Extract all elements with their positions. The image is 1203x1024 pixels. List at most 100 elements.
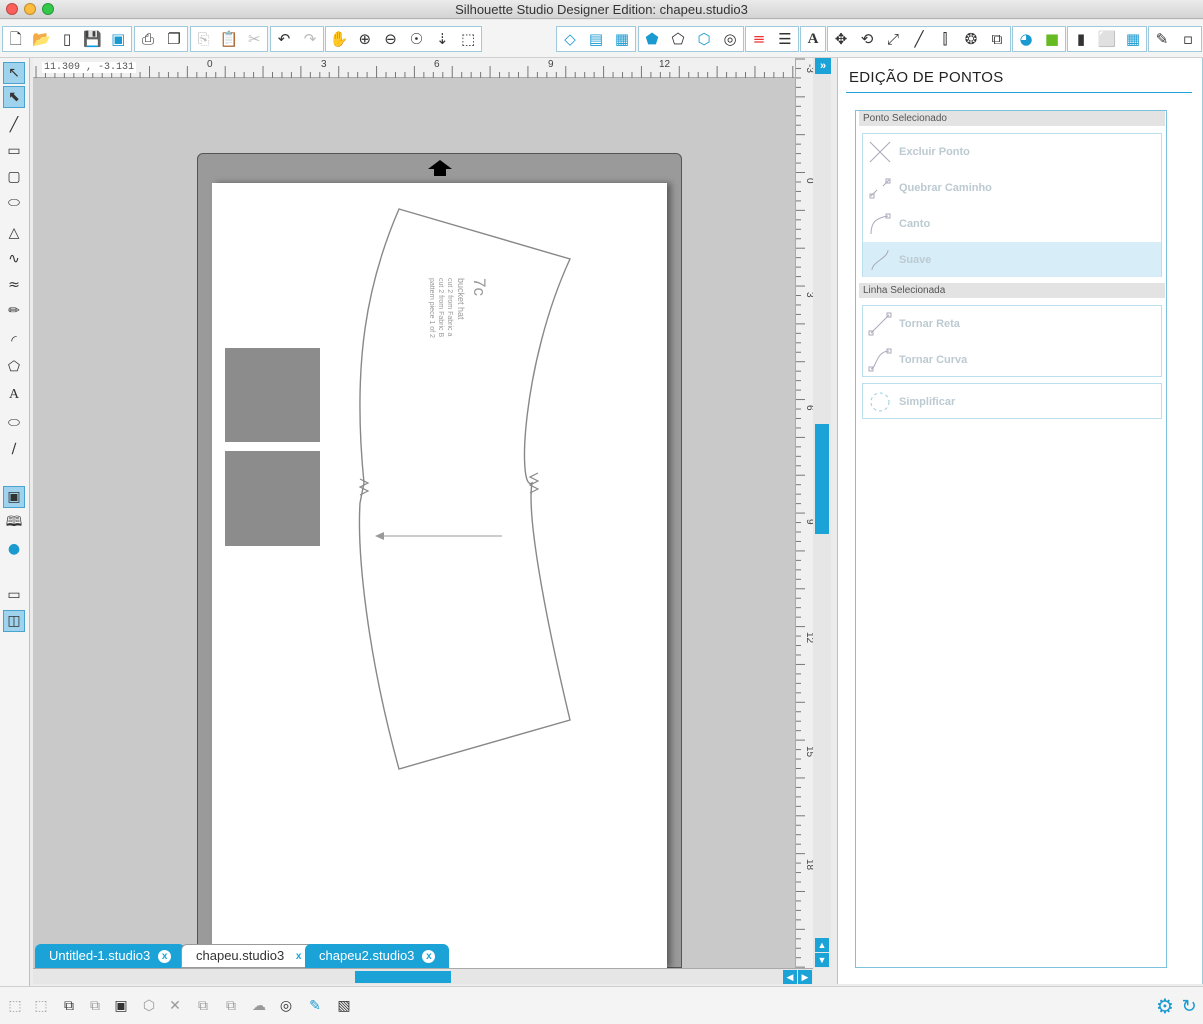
select-tool-icon[interactable]: ↖ — [3, 62, 25, 84]
open-icon[interactable]: 📂 — [29, 27, 55, 51]
settings-panel-icon[interactable]: ⬜ — [1094, 27, 1120, 51]
transform-icon[interactable]: ✥ — [828, 27, 854, 51]
settings-gear-icon[interactable]: ⚙ — [1154, 994, 1176, 1018]
expand-panel-icon[interactable]: » — [815, 58, 831, 74]
split-window-icon[interactable]: ◫ — [3, 610, 25, 632]
select-all-icon[interactable]: ☁ — [248, 995, 270, 1017]
tab-chapeu[interactable]: chapeu.studio3 x — [181, 944, 321, 968]
pan-icon[interactable]: ✋ — [326, 27, 352, 51]
sketch-icon[interactable]: ✎ — [1149, 27, 1175, 51]
offset-bottom-icon[interactable]: ◎ — [275, 995, 297, 1017]
library-icon[interactable]: ■ — [1039, 27, 1065, 51]
tab-untitled[interactable]: Untitled-1.studio3 x — [35, 944, 186, 968]
arc-tool-icon[interactable]: ◜ — [3, 330, 25, 352]
scroll-down-icon[interactable]: ▼ — [815, 953, 829, 967]
scroll-right-icon[interactable]: ▶ — [798, 970, 812, 984]
ungroup-icon[interactable]: ⬚ — [30, 995, 52, 1017]
scroll-left-icon[interactable]: ◀ — [783, 970, 797, 984]
cut-grid-icon[interactable]: ▦ — [1120, 27, 1146, 51]
scale-icon[interactable]: ⤢ — [880, 27, 906, 51]
send-to-cutter-icon[interactable]: ❐ — [161, 27, 187, 51]
tab-chapeu2[interactable]: chapeu2.studio3 x — [305, 944, 450, 968]
gray-square-bottom[interactable] — [225, 451, 320, 546]
print-icon[interactable]: ⎙ — [135, 27, 161, 51]
redo-icon[interactable]: ↷ — [297, 27, 323, 51]
delete-point-button[interactable]: Excluir Ponto — [863, 134, 1161, 169]
single-window-icon[interactable]: ▭ — [3, 584, 25, 606]
make-curve-button[interactable]: Tornar Curva — [863, 342, 1161, 377]
line-tool-icon[interactable]: ╱ — [3, 114, 25, 136]
grid-icon[interactable]: ▤ — [583, 27, 609, 51]
delete-icon[interactable]: ✕ — [164, 995, 186, 1017]
tab-close-icon[interactable]: x — [158, 949, 172, 963]
corner-button[interactable]: Canto — [863, 206, 1161, 241]
cut-icon[interactable]: ✂ — [242, 27, 267, 51]
text-tool-icon[interactable]: A — [3, 384, 25, 406]
bring-forward-icon[interactable]: ▣ — [110, 995, 132, 1017]
vertical-scroll-thumb[interactable] — [815, 424, 829, 534]
new-window-icon[interactable]: ▯ — [54, 27, 80, 51]
tab-close-icon[interactable]: x — [292, 950, 305, 963]
text-icon[interactable]: A — [801, 27, 825, 51]
fill-color-icon[interactable]: ⬟ — [639, 27, 665, 51]
horizontal-scrollbar[interactable]: ◀ ▶ — [33, 968, 813, 984]
smooth-freehand-tool-icon[interactable]: ✏ — [3, 300, 25, 322]
save-icon[interactable]: 💾 — [80, 27, 106, 51]
registration-icon[interactable]: ▦ — [609, 27, 635, 51]
send-backward-icon[interactable]: ⧉ — [192, 995, 214, 1017]
rectangle-tool-icon[interactable]: ▭ — [3, 140, 25, 162]
release-compound-path-icon[interactable]: ⧉ — [84, 995, 106, 1017]
edit-points-tool-icon[interactable]: ⬉ — [3, 86, 25, 108]
pattern-icon[interactable]: ◎ — [717, 27, 743, 51]
design-store-icon[interactable]: ◕ — [1013, 27, 1039, 51]
line-color-icon[interactable]: ⬠ — [665, 27, 691, 51]
tab-close-icon[interactable]: x — [422, 949, 436, 963]
rounded-rectangle-tool-icon[interactable]: ▢ — [3, 166, 25, 188]
make-straight-button[interactable]: Tornar Reta — [863, 306, 1161, 341]
zoom-in-icon[interactable]: ⊕ — [352, 27, 378, 51]
polygon-tool-icon[interactable]: △ — [3, 222, 25, 244]
drag-zoom-icon[interactable]: ⇣ — [429, 27, 455, 51]
new-file-icon[interactable]: 🗋 — [3, 27, 29, 51]
copy-icon[interactable]: ⎘ — [191, 27, 216, 51]
send-panel-icon[interactable]: ▮ — [1068, 27, 1094, 51]
break-path-button[interactable]: Quebrar Caminho — [863, 170, 1161, 205]
offset-icon[interactable]: ⧉ — [984, 27, 1010, 51]
rotate-icon[interactable]: ⟲ — [854, 27, 880, 51]
trace-bottom-icon[interactable]: ✎ — [304, 995, 326, 1017]
align-icon[interactable]: ⫿ — [932, 27, 958, 51]
duplicate-icon[interactable]: ⬡ — [138, 995, 160, 1017]
online-store-icon[interactable]: ● — [3, 538, 25, 560]
make-compound-path-icon[interactable]: ⧉ — [58, 995, 80, 1017]
line-weight-icon[interactable]: ☰ — [772, 27, 798, 51]
regular-polygon-tool-icon[interactable]: ⬠ — [3, 356, 25, 378]
group-icon[interactable]: ⬚ — [4, 995, 26, 1017]
replicate-icon[interactable]: ❂ — [958, 27, 984, 51]
curve-tool-icon[interactable]: ∿ — [3, 248, 25, 270]
simplify-button[interactable]: Simplificar — [863, 384, 1161, 419]
line-style-icon[interactable]: ≡ — [746, 27, 772, 51]
bookmark-icon[interactable]: ▧ — [333, 995, 355, 1017]
shear-icon[interactable]: ╱ — [906, 27, 932, 51]
eraser-tool-icon[interactable]: ⬭ — [3, 412, 25, 434]
scroll-up-icon[interactable]: ▲ — [815, 938, 829, 952]
horizontal-scroll-thumb[interactable] — [355, 971, 451, 983]
fit-page-icon[interactable]: ⬚ — [455, 27, 481, 51]
library-view-icon[interactable]: 🕮 — [3, 512, 25, 534]
page-settings-icon[interactable]: ◇ — [557, 27, 583, 51]
gradient-icon[interactable]: ⬡ — [691, 27, 717, 51]
freehand-tool-icon[interactable]: ≈ — [3, 274, 25, 296]
send-to-back-icon[interactable]: ⧉ — [220, 995, 242, 1017]
ellipse-tool-icon[interactable]: ⬭ — [3, 192, 25, 214]
paste-icon[interactable]: 📋 — [216, 27, 241, 51]
knife-tool-icon[interactable]: ∕ — [3, 438, 25, 460]
sync-icon[interactable]: ↻ — [1178, 995, 1200, 1017]
smooth-button[interactable]: Suave — [863, 242, 1161, 277]
trace-icon[interactable]: ▫ — [1175, 27, 1201, 51]
design-page-view-icon[interactable]: ▣ — [3, 486, 25, 508]
undo-icon[interactable]: ↶ — [271, 27, 297, 51]
zoom-select-icon[interactable]: ☉ — [403, 27, 429, 51]
vertical-scrollbar[interactable]: ▲ ▼ — [813, 58, 831, 968]
save-library-icon[interactable]: ▣ — [105, 27, 131, 51]
gray-square-top[interactable] — [225, 348, 320, 442]
